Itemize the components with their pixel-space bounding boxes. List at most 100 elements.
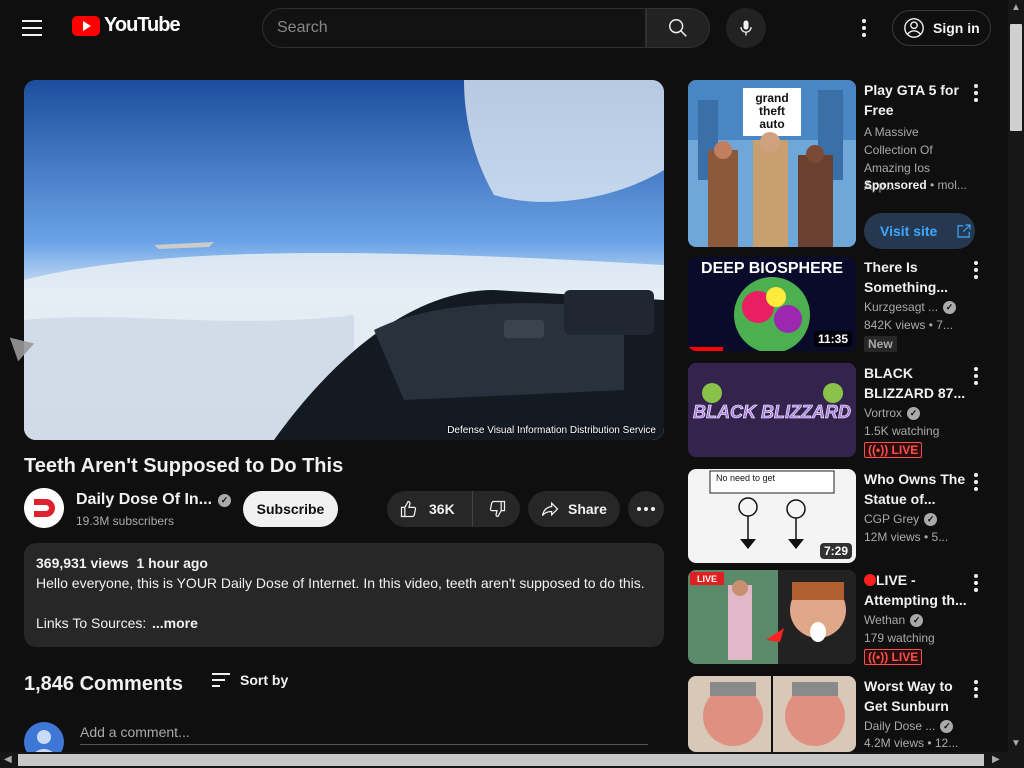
thumbs-down-icon	[489, 500, 505, 518]
video-title[interactable]: BLACK BLIZZARD 87...	[864, 363, 972, 403]
search-box[interactable]	[262, 8, 646, 48]
ad-source: • mol...	[930, 178, 967, 192]
video-item[interactable]: BLACK BLIZZARD BLACK BLIZZARD 87... Vort…	[688, 363, 1000, 459]
channel-name[interactable]: Daily Dose ... ✓	[864, 719, 954, 733]
visit-site-button[interactable]: Visit site	[864, 213, 975, 249]
channel-logo-icon	[24, 488, 64, 528]
verified-icon: ✓	[910, 613, 924, 627]
menu-icon[interactable]	[22, 16, 50, 40]
verified-icon: ✓	[218, 493, 232, 507]
viewer-count: 1.5K watching	[864, 424, 940, 438]
video-title[interactable]: LIVE - Attempting th...	[864, 570, 972, 610]
thumbnail-text: BLACK BLIZZARD	[693, 402, 851, 422]
channel-name[interactable]: CGP Grey ✓	[864, 512, 938, 526]
description-text: Hello everyone, this is YOUR Daily Dose …	[36, 575, 645, 591]
channel-avatar[interactable]	[24, 488, 64, 528]
settings-menu-icon[interactable]	[852, 16, 876, 40]
scroll-up-icon[interactable]: ▲	[1011, 2, 1021, 13]
subscriber-count: 19.3M subscribers	[76, 514, 175, 528]
search-input[interactable]	[277, 19, 645, 37]
video-title[interactable]: There Is Something...	[864, 257, 972, 297]
external-link-icon	[957, 224, 971, 238]
channel-name[interactable]: Vortrox ✓	[864, 406, 921, 420]
verified-icon: ✓	[940, 719, 954, 733]
video-thumbnail[interactable]: LIVE	[688, 570, 856, 664]
channel-name[interactable]: Wethan ✓	[864, 613, 924, 627]
dislike-button[interactable]	[473, 491, 520, 527]
video-item[interactable]: LIVE LIVE - Attempting th... Wethan ✓ 179…	[688, 570, 1000, 666]
video-title: Teeth Aren't Supposed to Do This	[24, 455, 344, 477]
item-menu-icon[interactable]	[974, 84, 978, 104]
video-title[interactable]: Who Owns The Statue of...	[864, 469, 972, 509]
video-player[interactable]: Defense Visual Information Distribution …	[24, 80, 664, 440]
channel-name[interactable]: Kurzgesagt ... ✓	[864, 300, 957, 314]
video-title-label: LIVE - Attempting th...	[864, 572, 967, 608]
video-duration: 7:29	[819, 543, 852, 559]
video-item[interactable]: No need to get 7:29 Who Owns The Statue …	[688, 469, 1000, 565]
like-button[interactable]: 36K	[387, 491, 473, 527]
channel-name[interactable]: Daily Dose Of In... ✓	[76, 491, 232, 509]
video-item[interactable]: Worst Way to Get Sunburn Daily Dose ... ✓…	[688, 676, 1000, 752]
voice-search-button[interactable]	[726, 8, 766, 48]
video-title[interactable]: Worst Way to Get Sunburn	[864, 676, 972, 716]
live-icon: ((•))	[868, 650, 889, 664]
top-bar: YouTube Sign in	[0, 0, 1024, 56]
video-item[interactable]: DEEP BIOSPHERE 11:35 There Is Something.…	[688, 257, 1000, 353]
scroll-left-icon[interactable]: ◀	[4, 754, 12, 765]
live-dot-icon	[864, 574, 876, 586]
comments-count: 1,846 Comments	[24, 673, 183, 695]
svg-text:auto: auto	[759, 117, 784, 131]
sign-in-button[interactable]: Sign in	[892, 10, 991, 46]
item-menu-icon[interactable]	[974, 473, 978, 493]
view-count: 842K views • 7...	[864, 318, 953, 332]
live-label: LIVE	[891, 443, 919, 457]
item-menu-icon[interactable]	[974, 574, 978, 594]
ad-thumbnail[interactable]: grand theft auto	[688, 80, 856, 247]
horizontal-scrollbar-thumb[interactable]	[18, 754, 984, 766]
add-comment-input[interactable]: Add a comment...	[80, 724, 648, 745]
sort-by-button[interactable]: Sort by	[212, 672, 288, 688]
show-more-link[interactable]: ...more	[152, 615, 198, 631]
channel-label: Vortrox	[864, 406, 903, 420]
live-badge: ((•)) LIVE	[864, 442, 923, 458]
more-actions-button[interactable]	[628, 491, 664, 527]
vertical-scrollbar[interactable]: ▲ ▼	[1008, 0, 1024, 768]
horizontal-scrollbar[interactable]: ◀ ▶	[0, 752, 1008, 768]
video-thumbnail[interactable]	[688, 676, 856, 752]
channel-name-label: Daily Dose Of In...	[76, 491, 213, 508]
visit-site-label: Visit site	[880, 223, 938, 239]
video-thumbnail[interactable]: DEEP BIOSPHERE 11:35	[688, 257, 856, 351]
thumbnail-image: BLACK BLIZZARD	[688, 363, 856, 457]
ad-item[interactable]: grand theft auto Play GTA 5 for Free A M…	[688, 80, 1000, 250]
scroll-right-icon[interactable]: ▶	[992, 754, 1000, 765]
live-icon: ((•))	[868, 443, 889, 457]
item-menu-icon[interactable]	[974, 367, 978, 387]
view-count: 12M views • 5...	[864, 530, 949, 544]
item-menu-icon[interactable]	[974, 261, 978, 281]
svg-text:theft: theft	[759, 104, 785, 118]
video-thumbnail[interactable]: No need to get 7:29	[688, 469, 856, 563]
channel-label: Wethan	[864, 613, 906, 627]
video-watermark: Defense Visual Information Distribution …	[447, 425, 656, 436]
scroll-down-icon[interactable]: ▼	[1011, 738, 1021, 749]
thumbs-up-icon	[400, 500, 417, 518]
search-button[interactable]	[646, 8, 710, 48]
vertical-scrollbar-thumb[interactable]	[1010, 24, 1022, 131]
video-duration: 11:35	[813, 331, 852, 347]
share-label: Share	[568, 501, 607, 517]
subscribe-button[interactable]: Subscribe	[243, 491, 338, 527]
sponsored-label: Sponsored	[864, 178, 927, 192]
video-thumbnail[interactable]: BLACK BLIZZARD	[688, 363, 856, 457]
share-icon	[541, 501, 559, 517]
ad-title[interactable]: Play GTA 5 for Free	[864, 80, 972, 120]
item-menu-icon[interactable]	[974, 680, 978, 700]
channel-label: Daily Dose ...	[864, 719, 936, 733]
sign-in-label: Sign in	[933, 20, 980, 36]
thumbnail-text: DEEP BIOSPHERE	[701, 260, 843, 277]
share-button[interactable]: Share	[528, 491, 620, 527]
youtube-logo[interactable]: YouTube	[72, 14, 181, 37]
description-meta: 369,931 views 1 hour ago	[36, 555, 652, 571]
description-links: Links To Sources:	[36, 615, 147, 631]
logo-text: YouTube	[104, 14, 181, 36]
description-box[interactable]: 369,931 views 1 hour ago Hello everyone,…	[24, 543, 664, 647]
